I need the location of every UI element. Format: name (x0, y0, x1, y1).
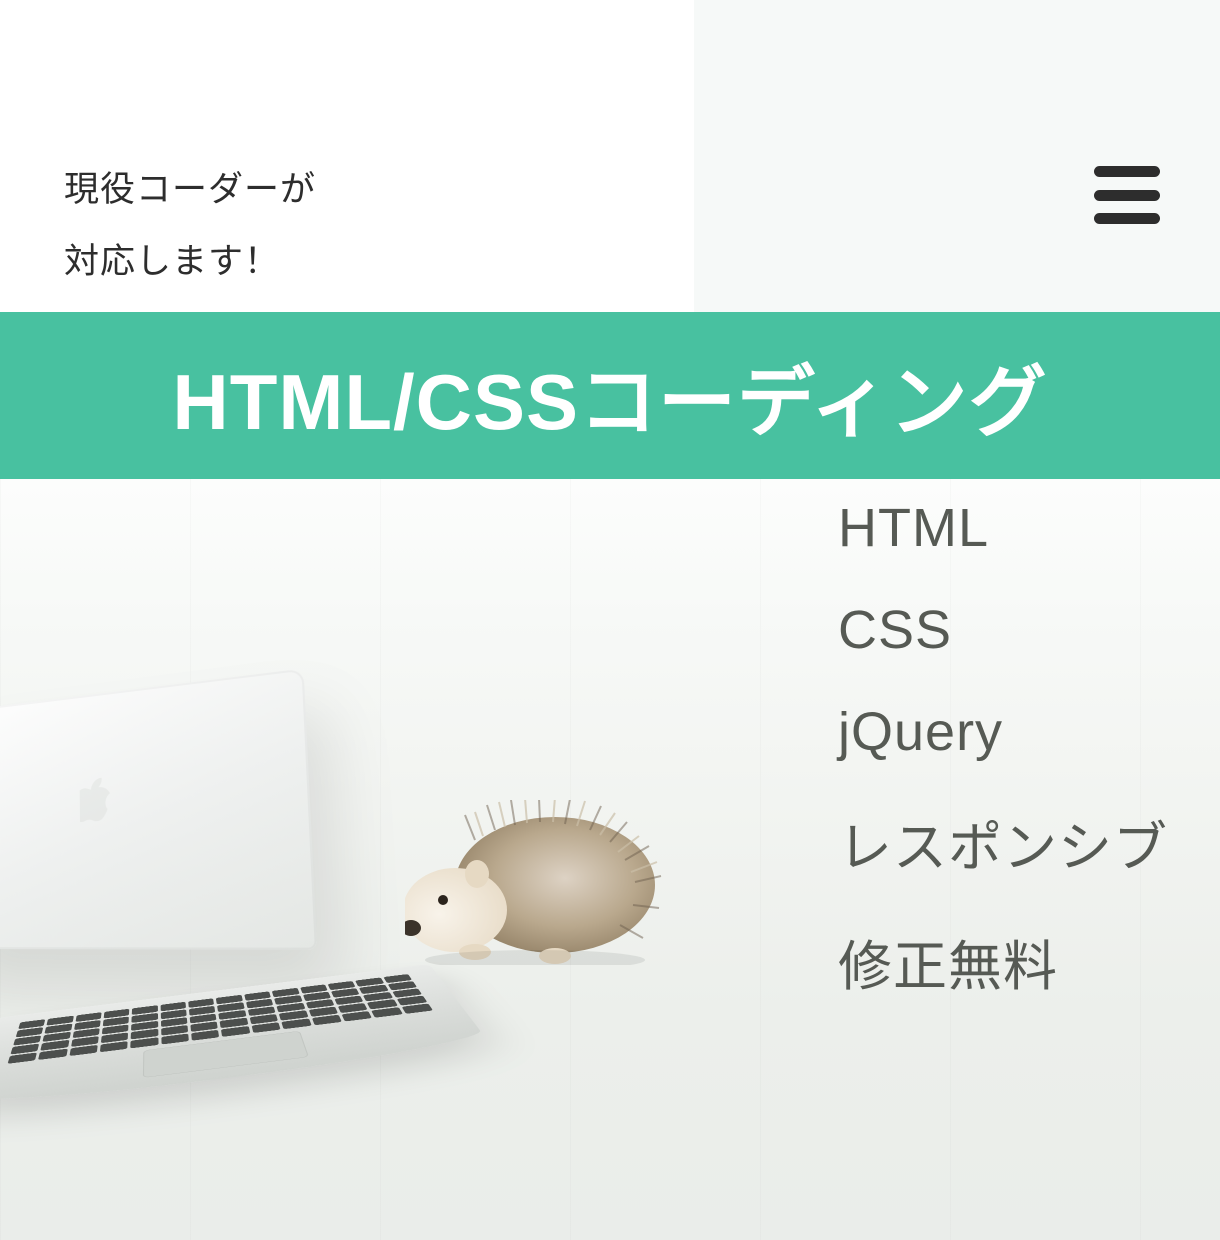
skill-item-responsive: レスポンシブ (834, 803, 1172, 882)
apple-logo-icon (80, 777, 115, 822)
header-area: 現役コーダーが対応します！ (0, 0, 1220, 312)
skills-list: HTML CSS jQuery レスポンシブ 修正無料 (834, 497, 1172, 1001)
hamburger-icon[interactable] (1094, 166, 1160, 224)
page-title: HTML/CSSコーディング (172, 340, 1047, 452)
title-band: HTML/CSSコーディング (0, 312, 1220, 479)
skill-item-css: CSS (834, 599, 1172, 661)
skill-item-html: HTML (834, 497, 1172, 559)
laptop-illustration (0, 688, 460, 1130)
header-left-panel: 現役コーダーが対応します！ (0, 0, 694, 312)
skill-item-jquery: jQuery (834, 701, 1172, 763)
sublead-text: 現役コーダーが対応します！ (64, 154, 316, 298)
hero-section: HTML CSS jQuery レスポンシブ 修正無料 (0, 479, 1220, 1240)
header-right-panel (694, 0, 1220, 312)
laptop-keyboard (0, 964, 491, 1111)
skill-item-revisions: 修正無料 (834, 922, 1172, 1001)
laptop-screen (0, 668, 317, 949)
